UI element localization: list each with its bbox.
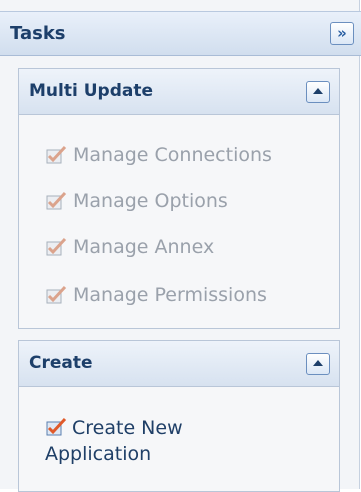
manage-permissions-item: Manage Permissions	[45, 283, 267, 307]
double-chevron-right-icon: »	[337, 24, 347, 42]
checkbox-icon	[46, 191, 67, 210]
checkbox-icon	[46, 417, 67, 436]
triangle-up-icon	[313, 360, 323, 366]
manage-connections-label: Manage Connections	[73, 144, 272, 166]
create-title: Create	[29, 353, 93, 373]
manage-options-item: Manage Options	[45, 189, 228, 213]
triangle-up-icon	[313, 88, 323, 94]
manage-annex-item: Manage Annex	[45, 235, 214, 259]
multi-update-header[interactable]: Multi Update	[19, 69, 339, 115]
checkbox-icon	[46, 237, 67, 256]
multi-update-section: Multi Update Manage Connections Manage O…	[18, 68, 340, 329]
checkbox-icon	[46, 285, 67, 304]
tasks-title: Tasks	[10, 23, 66, 44]
checkbox-icon	[46, 145, 67, 164]
create-section: Create Create New Application	[18, 340, 340, 492]
create-header[interactable]: Create	[19, 341, 339, 387]
create-new-application-link[interactable]: Create New Application	[45, 415, 265, 467]
expand-panel-button[interactable]: »	[330, 22, 354, 45]
tasks-header: Tasks »	[0, 11, 361, 56]
manage-options-label: Manage Options	[73, 190, 228, 212]
collapse-create-button[interactable]	[306, 353, 330, 375]
manage-permissions-label: Manage Permissions	[73, 284, 267, 306]
tasks-panel: Tasks » Multi Update Manage Connections …	[0, 0, 361, 492]
collapse-multi-update-button[interactable]	[306, 81, 330, 103]
manage-connections-item: Manage Connections	[45, 143, 272, 167]
manage-annex-label: Manage Annex	[73, 236, 215, 258]
multi-update-title: Multi Update	[29, 81, 153, 101]
